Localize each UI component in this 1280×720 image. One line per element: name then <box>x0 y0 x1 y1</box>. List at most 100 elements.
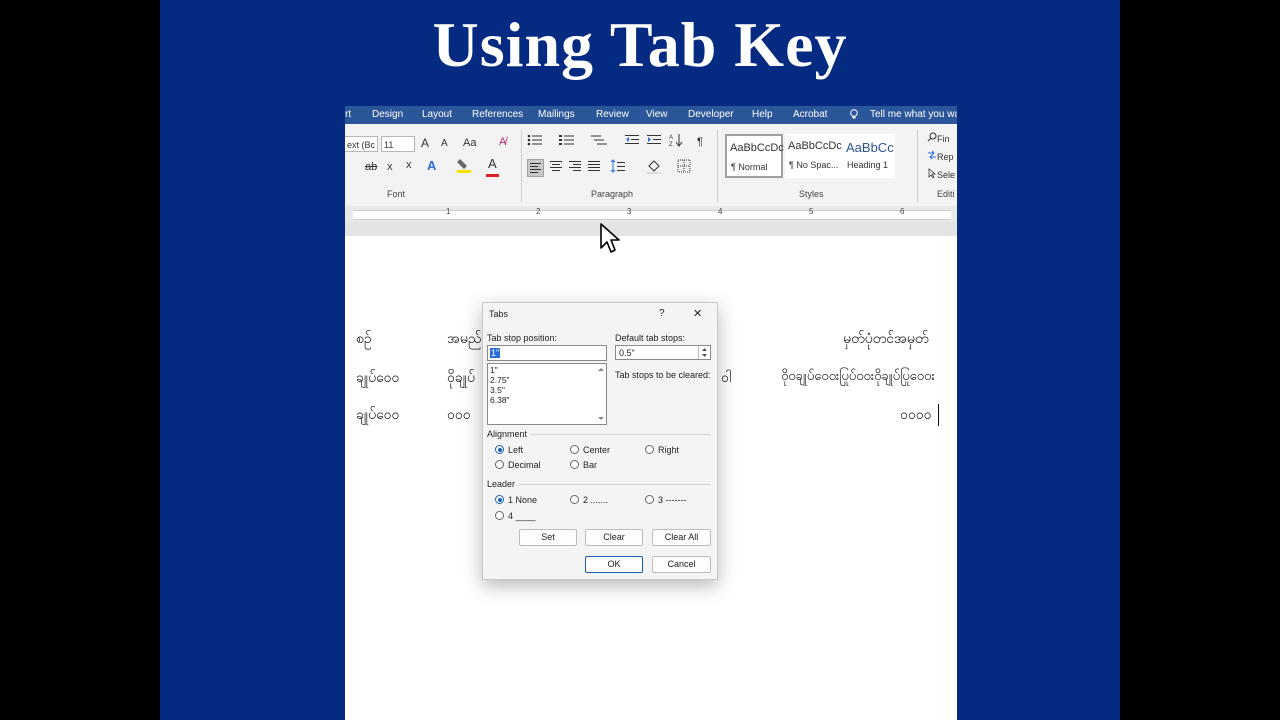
tab-insert-partial[interactable]: rt <box>345 109 351 120</box>
grow-font-button[interactable]: A <box>421 134 429 152</box>
style-heading-1[interactable]: AaBbCc Heading 1 <box>843 134 895 178</box>
ruler-track <box>353 210 951 220</box>
doc-row2-col2[interactable]: ဝိုချုပ် <box>447 368 475 389</box>
text-caret <box>938 404 939 426</box>
increase-indent-icon[interactable] <box>647 133 661 151</box>
default-tab-stops-input[interactable]: 0.5" <box>615 345 711 360</box>
numbering-icon[interactable] <box>559 133 575 151</box>
text-effects-button[interactable]: A <box>427 157 436 175</box>
list-item[interactable]: 6.38" <box>490 395 510 405</box>
default-tab-stops-label: Default tab stops: <box>615 333 686 343</box>
list-item[interactable]: 2.75" <box>490 375 510 385</box>
help-button[interactable]: ? <box>659 308 665 319</box>
alignment-center-label: Center <box>583 445 611 455</box>
doc-row3-col4[interactable]: ဝဝဝဝ <box>900 405 931 426</box>
align-right-icon[interactable] <box>568 159 582 177</box>
alignment-left-radio[interactable] <box>495 445 504 454</box>
borders-icon[interactable] <box>677 159 691 177</box>
tab-acrobat[interactable]: Acrobat <box>793 109 827 120</box>
font-group-label: Font <box>387 189 406 199</box>
alignment-right-radio[interactable] <box>645 445 654 454</box>
tab-developer[interactable]: Developer <box>688 109 734 120</box>
leader-none-radio[interactable] <box>495 495 504 504</box>
clear-button[interactable]: Clear <box>585 529 643 546</box>
change-case-button[interactable]: Aa <box>463 134 476 152</box>
tab-review[interactable]: Review <box>596 109 629 120</box>
ok-button[interactable]: OK <box>585 556 643 573</box>
ruler-number: 6 <box>900 207 905 216</box>
alignment-bar-radio[interactable] <box>570 460 579 469</box>
list-scrollbar[interactable] <box>597 366 605 422</box>
tab-stops-list[interactable]: 1" 2.75" 3.5" 6.38" <box>487 363 607 425</box>
doc-row2-col4[interactable]: ဝိုဝချုပ်ဝေဝးပြုပ်ဝဝးဝိုချုပ်ပြုဝေဝး <box>781 368 935 387</box>
paragraph-group-label: Paragraph <box>591 189 634 199</box>
list-item[interactable]: 1" <box>490 365 510 375</box>
shrink-font-button[interactable]: A <box>441 135 448 153</box>
find-button[interactable]: Fin <box>927 130 950 148</box>
doc-row3-col1[interactable]: ချုပ်ဝေဝ <box>356 405 399 426</box>
select-button[interactable]: Sele <box>927 166 955 184</box>
strikethrough-button[interactable]: ab <box>365 158 377 176</box>
ruler-number: 2 <box>536 207 541 216</box>
leader-dots-radio[interactable] <box>570 495 579 504</box>
tab-layout[interactable]: Layout <box>422 109 452 120</box>
tab-references[interactable]: References <box>472 109 523 120</box>
line-spacing-icon[interactable] <box>610 159 626 177</box>
horizontal-ruler[interactable]: 1 2 3 4 5 6 <box>345 206 957 222</box>
style-name: ¶ No Spac... <box>789 160 839 170</box>
replace-button[interactable]: Rep <box>927 148 954 166</box>
tell-me-search[interactable]: Tell me what you wa <box>870 109 957 120</box>
multilevel-list-icon[interactable] <box>591 133 607 151</box>
doc-row1-col1[interactable]: စဉ် <box>356 329 372 350</box>
alignment-bar-label: Bar <box>583 460 598 470</box>
style-name: Heading 1 <box>847 160 889 170</box>
tab-design[interactable]: Design <box>372 109 403 120</box>
doc-row1-col4[interactable]: မှတ်ပုံတင်အမှတ် <box>843 329 929 350</box>
mouse-pointer-icon <box>598 222 624 258</box>
tab-mailings[interactable]: Mailings <box>538 109 575 120</box>
font-family-combo[interactable]: ext (Bc <box>345 136 378 152</box>
close-icon[interactable]: ✕ <box>693 307 702 320</box>
list-item[interactable]: 3.5" <box>490 385 510 395</box>
set-button[interactable]: Set <box>519 529 577 546</box>
style-no-spacing[interactable]: AaBbCcDc ¶ No Spac... <box>785 134 843 178</box>
justify-icon[interactable] <box>587 159 601 177</box>
leader-underline-radio[interactable] <box>495 511 504 520</box>
alignment-center-radio[interactable] <box>570 445 579 454</box>
tab-view[interactable]: View <box>646 109 668 120</box>
alignment-decimal-radio[interactable] <box>495 460 504 469</box>
tab-stop-position-input[interactable]: 1" <box>487 345 607 361</box>
doc-row3-col2[interactable]: ဝဝဝ <box>447 405 471 426</box>
spin-icon[interactable] <box>698 346 710 359</box>
align-left-button[interactable] <box>527 159 544 177</box>
highlight-icon[interactable] <box>457 157 471 175</box>
doc-row1-col2[interactable]: အမည် <box>447 329 481 350</box>
ruler-number: 3 <box>627 207 632 216</box>
show-formatting-button[interactable]: ¶ <box>697 133 703 151</box>
svg-text:Z: Z <box>669 142 673 147</box>
leader-dots-label: 2 ....... <box>583 495 609 505</box>
style-sample: AaBbCcDc <box>788 140 842 152</box>
style-normal[interactable]: AaBbCcDc ¶ Normal <box>725 134 784 178</box>
leader-dashes-radio[interactable] <box>645 495 654 504</box>
clear-formatting-icon[interactable]: A̸ <box>499 133 506 151</box>
doc-row2-col1[interactable]: ချုပ်ဝေဝ <box>356 368 399 389</box>
divider <box>519 484 711 485</box>
separator <box>717 130 718 202</box>
leader-none-label: 1 None <box>508 495 538 505</box>
font-size-combo[interactable]: 11 <box>381 136 415 152</box>
align-center-icon[interactable] <box>549 159 563 177</box>
cancel-button[interactable]: Cancel <box>652 556 711 573</box>
clear-all-button[interactable]: Clear All <box>652 529 711 546</box>
sort-icon[interactable]: AZ <box>669 133 683 151</box>
shading-icon[interactable] <box>647 159 663 177</box>
style-sample: AaBbCc <box>846 140 894 155</box>
superscript-button[interactable]: x <box>406 156 412 174</box>
tab-help[interactable]: Help <box>752 109 773 120</box>
doc-row2-col3[interactable]: ဝါ <box>721 368 731 389</box>
font-color-button[interactable]: A <box>488 155 497 173</box>
subscript-button[interactable]: x <box>387 158 393 176</box>
decrease-indent-icon[interactable] <box>625 133 639 151</box>
bullets-icon[interactable] <box>527 133 543 151</box>
editing-group-label: Editi <box>937 189 955 199</box>
